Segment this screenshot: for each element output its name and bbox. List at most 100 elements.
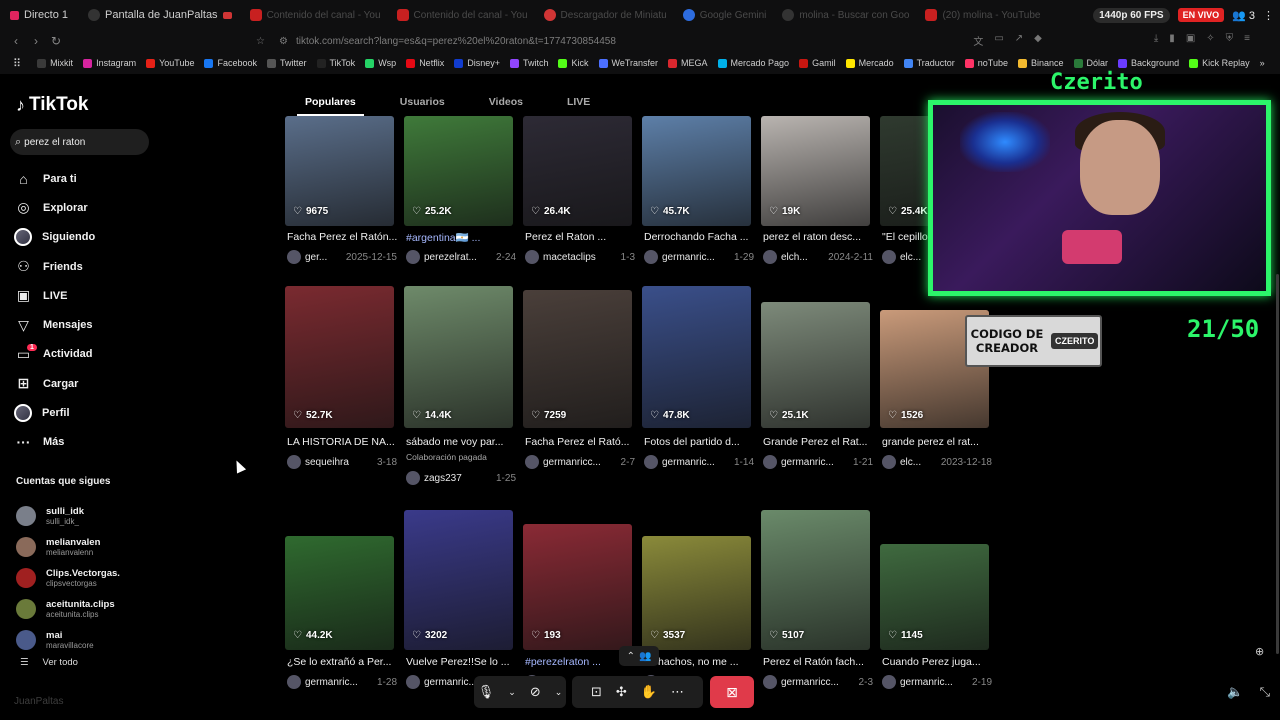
bookmark-item[interactable]: Instagram xyxy=(78,58,141,68)
video-thumbnail[interactable] xyxy=(404,286,513,428)
video-author[interactable]: germanric... 1-21 xyxy=(763,455,877,469)
following-account[interactable]: mai maravillacore xyxy=(16,624,120,655)
stop-share-button[interactable]: ⊠ xyxy=(710,676,754,708)
apps-grid-icon[interactable]: ⠿ xyxy=(8,57,26,70)
share-icon[interactable]: ↗ xyxy=(1015,33,1023,48)
video-caption[interactable]: #argentina🇦🇷 ... xyxy=(406,231,518,244)
browser-tab[interactable]: Pantalla de JuanPaltas xyxy=(78,0,242,30)
sidebar-icon[interactable]: ▮ xyxy=(1169,33,1175,48)
search-box[interactable]: ⌕ xyxy=(10,129,149,155)
bookmark-item[interactable]: Background xyxy=(1113,58,1184,68)
tiktok-logo[interactable]: ♪ TikTok xyxy=(16,94,88,116)
download-icon[interactable]: ⤓ xyxy=(1154,33,1158,48)
video-caption[interactable]: Facha Perez el Rató... xyxy=(525,436,637,448)
browser-tab[interactable]: molina - Buscar con Goo xyxy=(774,0,917,30)
exit-fullscreen-icon[interactable]: ⤡ xyxy=(1260,684,1270,700)
chevron-down-icon[interactable]: ⌄ xyxy=(508,687,516,698)
sidebar-item-live[interactable]: ▣ LIVE xyxy=(14,281,95,310)
back-icon[interactable]: ‹ xyxy=(6,34,26,48)
video-caption[interactable]: perez el raton desc... xyxy=(763,231,875,243)
sidebar-item-cargar[interactable]: ⊞ Cargar xyxy=(14,369,95,398)
video-author[interactable]: elc... 2023-12-18 xyxy=(882,455,996,469)
forward-icon[interactable]: › xyxy=(26,34,46,48)
bookmark-item[interactable]: YouTube xyxy=(141,58,199,68)
video-author[interactable]: germanricc... 2-3 xyxy=(763,675,877,689)
video-caption[interactable]: Cuando Perez juga... xyxy=(882,656,994,668)
menu-icon[interactable]: ≡ xyxy=(1244,33,1250,48)
sidebar-item-actividad[interactable]: ▭ 1 Actividad xyxy=(14,340,95,369)
video-author[interactable]: germanric... 2-19 xyxy=(882,675,996,689)
sidebar-item-ms[interactable]: ··· Más xyxy=(14,428,95,457)
vpn-icon[interactable]: ⛨ xyxy=(1226,33,1234,48)
video-caption[interactable]: Vuelve Perez!!Se lo ... xyxy=(406,656,518,668)
bookmark-item[interactable]: Twitter xyxy=(262,58,312,68)
video-caption[interactable]: ...chachos, no me ... xyxy=(644,656,756,668)
video-caption[interactable]: sábado me voy par... xyxy=(406,436,518,448)
bookmark-item[interactable]: TikTok xyxy=(312,58,361,68)
video-caption[interactable]: Grande Perez el Rat... xyxy=(763,436,875,448)
search-input[interactable] xyxy=(24,136,135,148)
bookmark-item[interactable]: Wsp xyxy=(360,58,401,68)
bookmark-item[interactable]: Gamil xyxy=(794,58,841,68)
sidebar-item-parati[interactable]: ⌂ Para ti xyxy=(14,164,95,193)
bookmark-item[interactable]: Netflix xyxy=(401,58,449,68)
leo-icon[interactable]: ✧ xyxy=(1206,33,1214,48)
bookmark-item[interactable]: noTube xyxy=(960,58,1013,68)
following-account[interactable]: sulli_idk sulli_idk_ xyxy=(16,500,120,531)
video-caption[interactable]: Facha Perez el Ratón... xyxy=(287,231,399,243)
microphone-icon[interactable]: 🎙 xyxy=(478,684,495,700)
more-icon[interactable]: ⋮ xyxy=(1263,9,1274,22)
browser-tab[interactable]: Contenido del canal - You xyxy=(389,0,536,30)
volume-icon[interactable]: 🔈 xyxy=(1227,684,1243,700)
sidebar-item-mensajes[interactable]: ▽ Mensajes xyxy=(14,310,95,339)
video-caption[interactable]: ¿Se lo extrañó a Per... xyxy=(287,656,399,668)
video-thumbnail[interactable] xyxy=(761,510,870,650)
bookmark-item[interactable]: Twitch xyxy=(505,58,554,68)
video-thumbnail[interactable] xyxy=(285,286,394,428)
wallet-icon[interactable]: ▣ xyxy=(1186,33,1195,48)
bookmark-item[interactable]: Kick Replay xyxy=(1184,58,1255,68)
bookmark-item[interactable]: Mercado xyxy=(841,58,899,68)
site-info-icon[interactable]: ⚙ xyxy=(279,36,288,47)
bookmark-item[interactable]: Traductor xyxy=(899,58,960,68)
more-options-icon[interactable]: ⋯ xyxy=(671,684,684,700)
bookmark-item[interactable]: Facebook xyxy=(199,58,262,68)
video-thumbnail[interactable] xyxy=(523,290,632,428)
bookmark-item[interactable]: Mercado Pago xyxy=(713,58,795,68)
video-author[interactable]: germanricc... 2-7 xyxy=(525,455,639,469)
translate-icon[interactable]: 文 xyxy=(973,33,983,48)
sidebar-item-friends[interactable]: ⚇ Friends xyxy=(14,252,95,281)
video-author[interactable]: germanric... 1-28 xyxy=(287,675,401,689)
zoom-icon[interactable]: ⊕ xyxy=(1255,645,1264,658)
bookmark-item[interactable]: Binance xyxy=(1013,58,1069,68)
browser-tab[interactable]: Descargador de Miniatu xyxy=(536,0,675,30)
sidebar-item-siguiendo[interactable]: Siguiendo xyxy=(14,223,95,252)
bookmark-item[interactable]: Dólar xyxy=(1069,58,1114,68)
sidebar-item-perfil[interactable]: Perfil xyxy=(14,398,95,427)
following-account[interactable]: melianvalen melianvalenn xyxy=(16,531,120,562)
bookmark-item[interactable]: Mixkit xyxy=(32,58,78,68)
present-icon[interactable]: ⊡ xyxy=(591,684,602,700)
raise-hand-icon[interactable]: ✋ xyxy=(641,684,657,700)
video-author[interactable]: zags237 1-25 xyxy=(406,471,520,485)
browser-tab[interactable]: Contenido del canal - You xyxy=(242,0,389,30)
video-author[interactable]: ger... 2025-12-15 xyxy=(287,250,401,264)
scrollbar-thumb[interactable] xyxy=(1276,274,1279,654)
sidebar-item-explorar[interactable]: ◎ Explorar xyxy=(14,193,95,222)
following-account[interactable]: aceitunita.clips aceitunita.clips xyxy=(16,593,120,624)
cast-icon[interactable]: ▭ xyxy=(994,33,1003,48)
tab-live[interactable]: LIVE xyxy=(567,96,590,108)
browser-tab[interactable]: Google Gemini xyxy=(675,0,775,30)
extension-icon[interactable]: ◆ xyxy=(1034,33,1042,48)
video-author[interactable]: macetaclips 1-3 xyxy=(525,250,639,264)
video-author[interactable]: elch... 2024-2-11 xyxy=(763,250,877,264)
following-account[interactable]: Clips.Vectorgas. clipsvectorgas xyxy=(16,562,120,593)
bookmarks-overflow-icon[interactable]: » xyxy=(1255,58,1270,68)
video-thumbnail[interactable] xyxy=(642,286,751,428)
bookmark-item[interactable]: MEGA xyxy=(663,58,713,68)
video-caption[interactable]: Perez el Raton ... xyxy=(525,231,637,243)
bookmark-item[interactable]: WeTransfer xyxy=(594,58,664,68)
video-caption[interactable]: LA HISTORIA DE NA... xyxy=(287,436,399,448)
effects-icon[interactable]: ✣ xyxy=(616,684,627,700)
bookmark-item[interactable]: Disney+ xyxy=(449,58,505,68)
